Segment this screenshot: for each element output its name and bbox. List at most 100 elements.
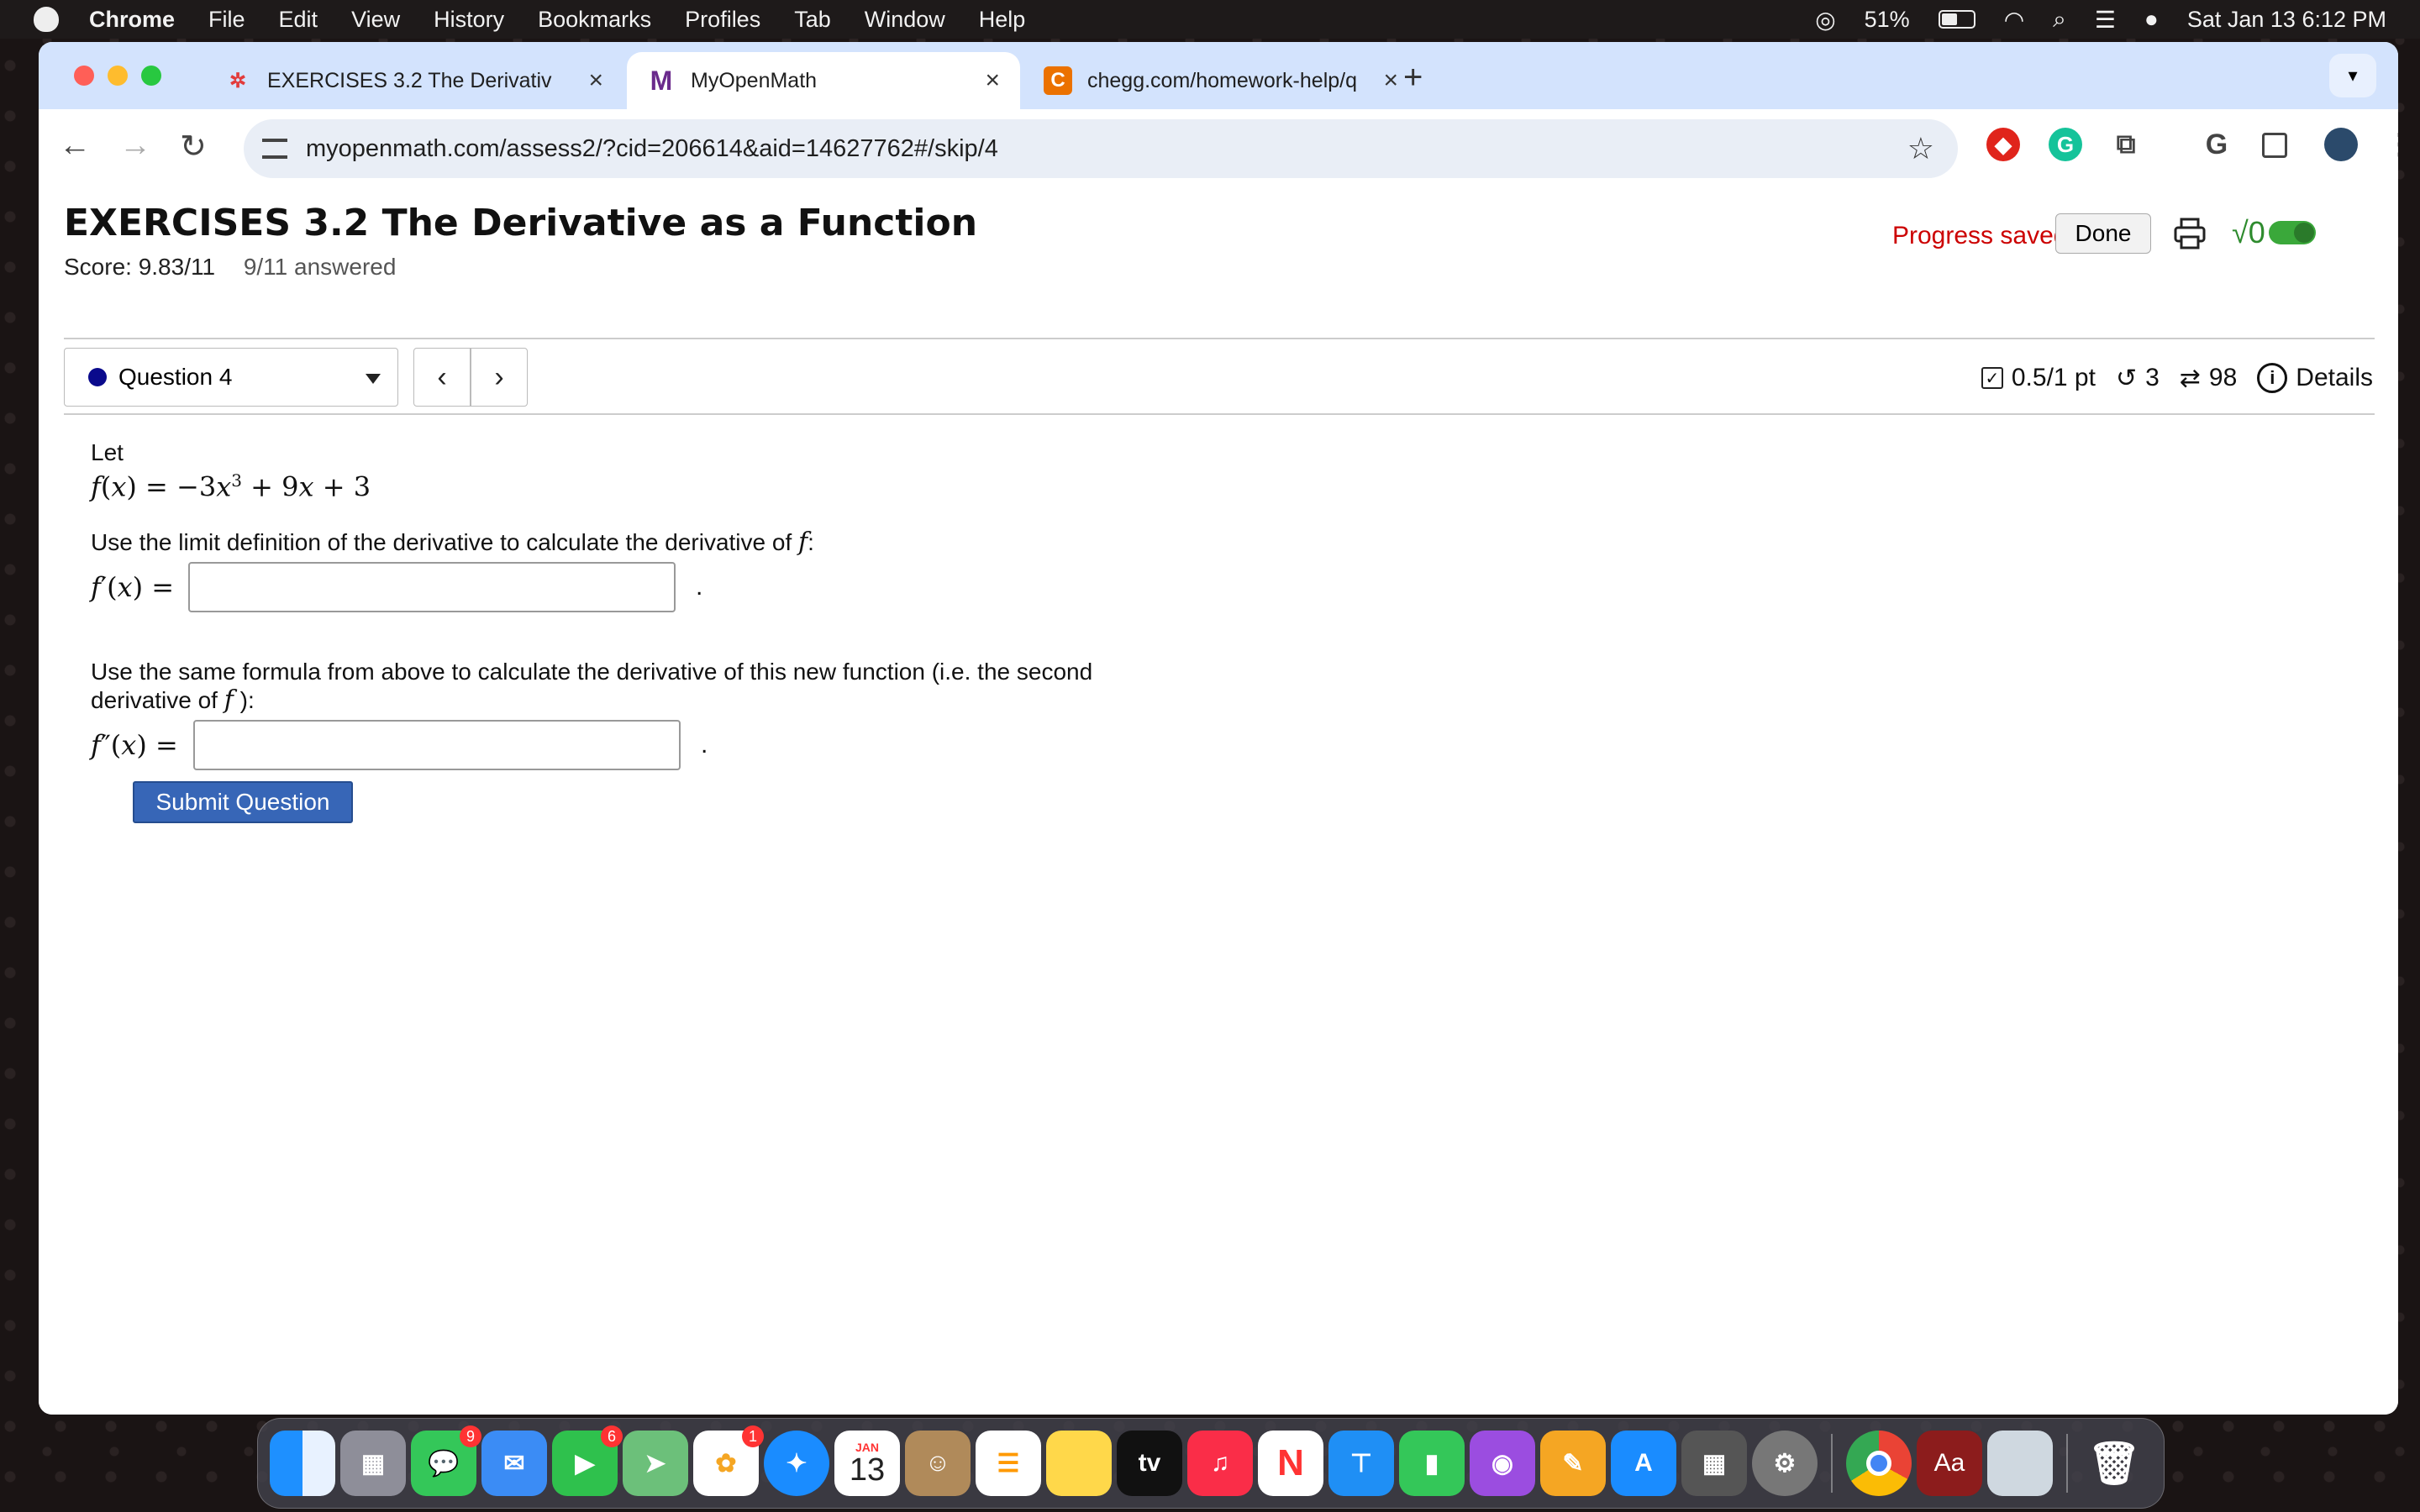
info-icon[interactable]: i [2257, 363, 2288, 393]
close-tab-icon[interactable]: × [1383, 66, 1398, 95]
dictionary-icon[interactable]: Aa [1917, 1431, 1982, 1496]
menu-help[interactable]: Help [979, 7, 1026, 33]
music-icon[interactable]: ♫ [1187, 1431, 1253, 1496]
messages-icon[interactable]: 💬 9 [411, 1425, 481, 1496]
details-link[interactable]: Details [2296, 364, 2373, 392]
period-text: . [701, 730, 708, 759]
reload-button[interactable]: ↻ [180, 128, 207, 165]
next-question-button[interactable]: › [471, 348, 528, 407]
submit-question-button[interactable]: Submit Question [133, 781, 353, 823]
news-icon[interactable]: N [1258, 1431, 1323, 1496]
siri-icon[interactable]: ● [2144, 6, 2159, 33]
menu-profiles[interactable]: Profiles [685, 7, 760, 33]
toggle-switch[interactable] [2268, 221, 2316, 244]
control-center-icon[interactable]: ☰ [2095, 6, 2116, 34]
battery-percent: 51% [1864, 6, 1910, 32]
period-text: . [696, 572, 703, 601]
forward-button[interactable]: → [119, 128, 151, 164]
zoom-window-button[interactable] [141, 66, 161, 86]
app-store-icon[interactable]: A [1611, 1431, 1676, 1496]
divider [64, 338, 2375, 339]
divider [64, 413, 2375, 415]
side-panel-icon[interactable] [2262, 133, 2287, 158]
function-definition: f(x) = −3x3 + 9x + 3 [91, 470, 371, 503]
progress-saved-status: Progress saved [1892, 222, 2068, 249]
second-derivative-input[interactable] [193, 719, 681, 770]
reminders-icon[interactable]: ☰ [976, 1431, 1041, 1496]
preview-icon[interactable] [1987, 1431, 2053, 1496]
safari-icon[interactable]: ✦ [764, 1431, 829, 1496]
address-bar[interactable]: myopenmath.com/assess2/?cid=206614&aid=1… [244, 119, 1958, 178]
menu-app-chrome[interactable]: Chrome [89, 7, 175, 33]
trash-icon[interactable]: 🗑 [2081, 1431, 2147, 1496]
tab-strip: ✲ EXERCISES 3.2 The Derivativ × M MyOpen… [39, 42, 2398, 109]
minimize-window-button[interactable] [108, 66, 128, 86]
page-content: EXERCISES 3.2 The Derivative as a Functi… [39, 186, 2398, 1415]
finder-icon[interactable] [270, 1431, 335, 1496]
podcasts-icon[interactable]: ◉ [1470, 1431, 1535, 1496]
part1-prompt: Use the limit definition of the derivati… [91, 527, 814, 557]
profile-avatar[interactable] [2324, 128, 2358, 161]
grammarly-icon[interactable]: G [2049, 128, 2082, 161]
close-window-button[interactable] [74, 66, 94, 86]
keynote-icon[interactable]: ⊤ [1328, 1431, 1394, 1496]
back-button[interactable]: ← [59, 128, 91, 164]
battery-icon[interactable] [1938, 10, 1975, 29]
launchpad-icon[interactable]: ▦ [340, 1431, 406, 1496]
menu-edit[interactable]: Edit [279, 7, 318, 33]
spotlight-search-icon[interactable]: ⌕ [2053, 6, 2066, 34]
creative-cloud-icon[interactable]: ◎ [1815, 6, 1835, 34]
canvas-icon: ✲ [229, 69, 247, 92]
system-settings-icon[interactable]: ⚙ [1752, 1431, 1818, 1496]
first-derivative-input[interactable] [188, 561, 676, 612]
facetime-icon[interactable]: ▶ 6 [552, 1425, 623, 1496]
calendar-icon[interactable]: JAN 13 [834, 1431, 900, 1496]
site-info-icon[interactable] [262, 139, 287, 159]
done-button[interactable]: Done [2055, 213, 2151, 254]
browser-toolbar: ← → ↻ myopenmath.com/assess2/?cid=206614… [39, 109, 2398, 186]
chrome-icon[interactable] [1846, 1431, 1912, 1496]
menu-window[interactable]: Window [865, 7, 945, 33]
question-status-dot [88, 368, 107, 386]
menu-bar: Chrome File Edit View History Bookmarks … [0, 0, 2420, 39]
wifi-icon[interactable]: ◠ [2004, 6, 2024, 34]
menu-history[interactable]: History [434, 7, 504, 33]
apple-icon[interactable] [34, 7, 59, 32]
menu-bookmarks[interactable]: Bookmarks [538, 7, 651, 33]
let-text: Let [91, 439, 124, 465]
contacts-icon[interactable]: ☺ [905, 1431, 971, 1496]
extensions-puzzle-icon[interactable]: ⧉ [2109, 128, 2143, 161]
calculator-icon[interactable]: ▦ [1681, 1431, 1747, 1496]
chevron-down-icon: ▾ [2348, 65, 2358, 86]
url-text[interactable]: myopenmath.com/assess2/?cid=206614&aid=1… [306, 135, 998, 163]
previous-question-button[interactable]: ‹ [413, 348, 471, 407]
menu-tab[interactable]: Tab [794, 7, 831, 33]
notes-icon[interactable] [1046, 1431, 1112, 1496]
apple-tv-icon[interactable]: tv [1117, 1431, 1182, 1496]
maps-icon[interactable]: ➤ [623, 1431, 688, 1496]
google-icon[interactable]: G [2200, 128, 2233, 161]
myopenmath-icon: M [650, 65, 673, 96]
attempts-value: 98 [2208, 364, 2238, 391]
menu-file[interactable]: File [208, 7, 245, 33]
print-icon[interactable] [2173, 217, 2207, 250]
mail-icon[interactable]: ✉ [481, 1431, 547, 1496]
tab-myopenmath[interactable]: M MyOpenMath × [627, 52, 1020, 109]
more-options-icon[interactable]: ⋮ [2388, 213, 2398, 247]
numbers-icon[interactable]: ▮ [1399, 1431, 1465, 1496]
clock[interactable]: Sat Jan 13 6:12 PM [2187, 7, 2386, 33]
menu-view[interactable]: View [351, 7, 400, 33]
close-tab-icon[interactable]: × [588, 66, 603, 95]
pages-icon[interactable]: ✎ [1540, 1431, 1606, 1496]
close-tab-icon[interactable]: × [985, 66, 1000, 95]
question-select[interactable]: Question 4 [64, 348, 398, 407]
tab-chegg[interactable]: C chegg.com/homework-help/q × [1023, 52, 1418, 109]
bookmark-star-icon[interactable]: ☆ [1907, 131, 1934, 166]
chrome-menu-icon[interactable]: ⋮ [2383, 128, 2398, 161]
ublock-icon[interactable]: ◆ [1986, 128, 2020, 161]
math-entry-toggle[interactable]: √0 [2232, 215, 2316, 250]
tab-exercises[interactable]: ✲ EXERCISES 3.2 The Derivativ × [203, 52, 623, 109]
new-tab-button[interactable]: + [1403, 59, 1423, 97]
photos-icon[interactable]: ✿ 1 [693, 1425, 764, 1496]
tab-search-button[interactable]: ▾ [2329, 54, 2376, 97]
